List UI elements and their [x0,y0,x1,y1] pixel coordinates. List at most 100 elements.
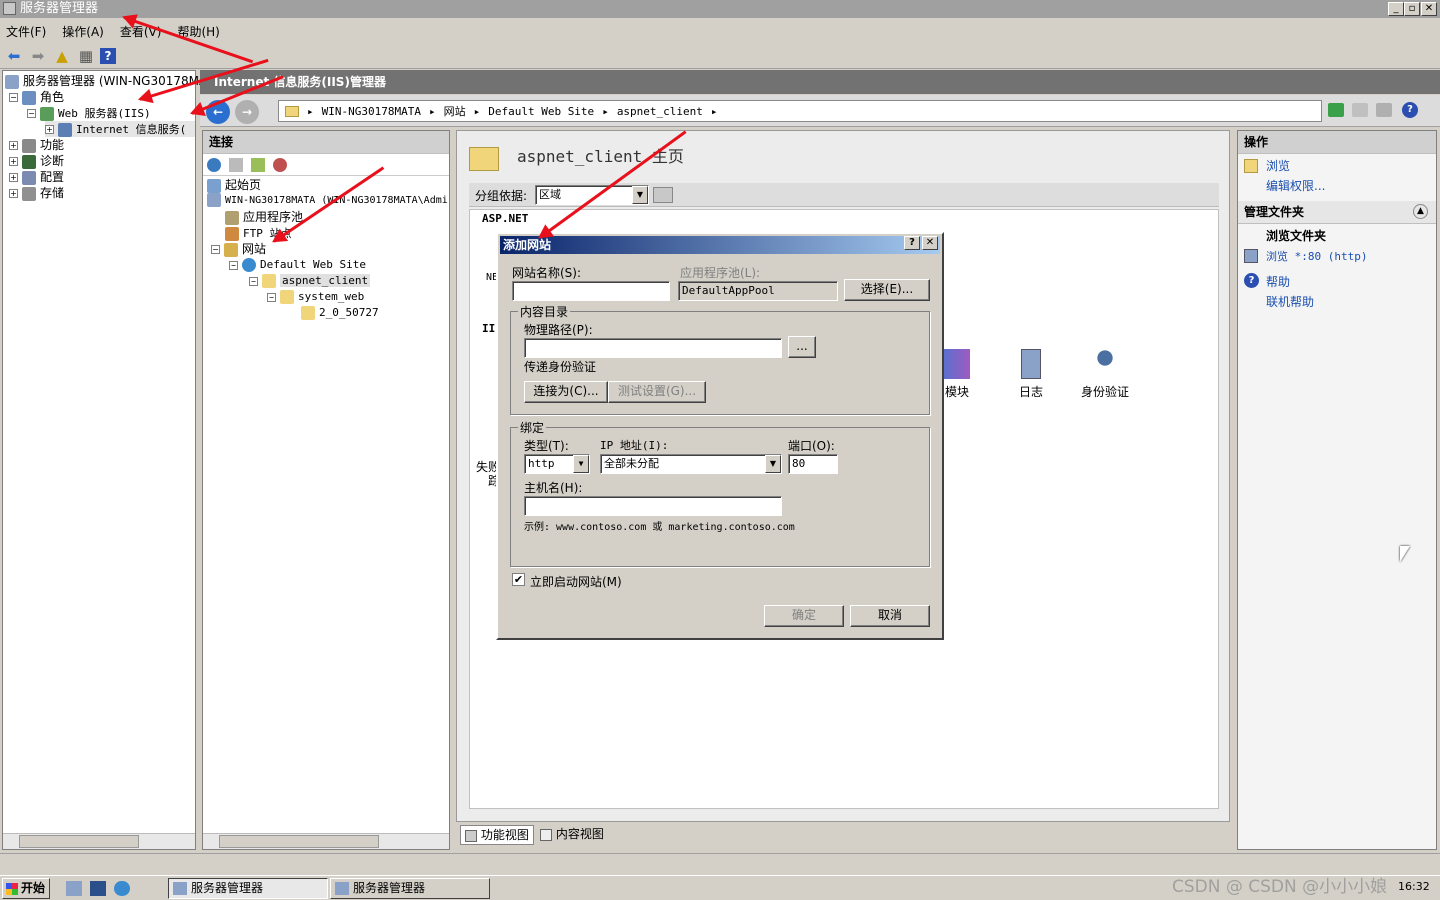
content-directory-label: 内容目录 [518,303,571,320]
features-view-icon [465,829,477,842]
chevron-down-icon[interactable]: ▼ [632,186,648,204]
chevron-down-icon[interactable]: ▼ [765,455,781,473]
conn-app-pools[interactable]: 应用程序池 [225,209,303,225]
collapse-icon[interactable]: − [27,109,36,118]
expand-icon[interactable]: + [9,189,18,198]
server-icon [173,882,187,895]
add-website-dialog: 添加网站 ? ✕ 网站名称(S): 应用程序池(L): DefaultAppPo… [496,232,944,640]
task-server-manager-2[interactable]: 服务器管理器 [330,878,490,899]
connections-scrollbar[interactable] [203,833,449,849]
tab-features-view[interactable]: 功能视图 [460,825,534,845]
log-icon [1021,349,1041,379]
tree-config[interactable]: + 配置 [9,169,64,185]
action-online-help[interactable]: 联机帮助 [1266,293,1314,310]
back-arrow-icon[interactable]: ⬅ [4,46,24,66]
breadcrumb-sites[interactable]: 网站 [444,103,466,119]
menu-file[interactable]: 文件(F) [6,23,46,40]
connect-as-button[interactable]: 连接为(C)... [524,381,608,403]
collapse-icon[interactable]: − [229,260,238,270]
conn-default-site[interactable]: − Default Web Site [229,257,366,273]
stop-icon[interactable] [1352,103,1368,117]
web-server-icon [40,106,54,121]
expand-icon[interactable]: + [9,173,18,182]
save-icon[interactable] [229,157,243,172]
nav-forward-icon[interactable]: → [235,100,259,124]
feature-authentication[interactable]: 身份验证 [1075,349,1135,400]
physical-path-field[interactable] [524,338,782,358]
tree-iis[interactable]: + Internet 信息服务( [45,121,195,137]
menu-action[interactable]: 操作(A) [62,23,104,40]
cancel-button[interactable]: 取消 [850,605,930,627]
show-hide-icon[interactable]: ▦ [76,46,96,66]
quicklaunch-server-icon[interactable] [66,881,82,896]
collapse-icon[interactable]: − [267,292,276,302]
home-icon[interactable] [1376,103,1392,117]
expand-icon[interactable]: + [9,141,18,150]
collapse-icon[interactable]: − [211,245,220,254]
task-server-manager-1[interactable]: 服务器管理器 [168,878,328,899]
browse-path-button[interactable]: ... [788,336,816,358]
conn-sites[interactable]: − 网站 [211,241,266,257]
app-pool-label: 应用程序池(L): [680,266,761,280]
start-now-checkbox[interactable]: ✔ [512,573,525,586]
expand-icon[interactable]: + [45,125,54,134]
close-button[interactable]: ✕ [1421,2,1437,16]
quicklaunch-desktop-icon[interactable] [90,881,106,896]
tree-roles[interactable]: − 角色 [9,89,64,105]
tree-storage[interactable]: + 存储 [9,185,64,201]
tree-diagnostics[interactable]: + 诊断 [9,153,64,169]
action-browse-80[interactable]: 浏览 *:80 (http) [1266,248,1367,264]
disconnect-icon[interactable] [273,157,287,172]
port-label: 端口(O): [788,439,835,453]
conn-aspnet-client[interactable]: − aspnet_client [249,273,371,289]
conn-system-web[interactable]: − system_web [267,289,364,305]
view-toggle-icon[interactable] [653,187,673,203]
dialog-help-button[interactable]: ? [904,236,920,250]
conn-version-folder[interactable]: 2_0_50727 [301,305,379,321]
start-button[interactable]: 开始 [2,878,50,899]
action-help[interactable]: 帮助 [1266,273,1290,290]
horizontal-scrollbar[interactable] [3,833,195,849]
group-by-select[interactable]: 区域 ▼ [535,185,649,205]
maximize-button[interactable]: ▫ [1404,2,1420,16]
site-name-field[interactable] [512,281,670,301]
up-icon[interactable] [251,157,265,172]
action-edit-permissions[interactable]: 编辑权限... [1266,177,1325,194]
host-name-field[interactable] [524,496,782,516]
ip-select[interactable]: 全部未分配 ▼ [600,454,782,474]
quicklaunch-ie-icon[interactable] [114,881,130,896]
forward-arrow-icon[interactable]: ➡ [28,46,48,66]
breadcrumb-server[interactable]: WIN-NG30178MATA [322,105,421,118]
type-select[interactable]: http ▼ [524,454,590,474]
minimize-button[interactable]: _ [1388,2,1404,16]
feature-logging[interactable]: 日志 [1001,349,1061,400]
tab-content-view[interactable]: 内容视图 [536,825,608,845]
breadcrumb-aspnet[interactable]: aspnet_client [617,105,703,118]
up-folder-icon[interactable]: ▲ [52,46,72,66]
start-now-label[interactable]: 立即启动网站(M) [530,573,622,590]
collapse-up-icon[interactable]: ▲ [1413,204,1428,219]
help-dropdown-icon[interactable]: ? [1402,102,1418,118]
ip-label: IP 地址(I): [600,439,669,452]
expand-icon[interactable]: + [9,157,18,166]
connect-icon[interactable] [207,157,221,172]
collapse-icon[interactable]: − [249,276,258,286]
dialog-close-button[interactable]: ✕ [922,236,938,250]
action-browse[interactable]: 浏览 [1266,157,1290,174]
dialog-title: 添加网站 [500,236,940,254]
help-icon[interactable]: ? [100,47,116,64]
chevron-down-icon[interactable]: ▼ [573,455,589,473]
collapse-icon[interactable]: − [9,93,18,102]
mouse-cursor-icon [1400,546,1410,562]
tree-features[interactable]: + 功能 [9,137,64,153]
select-app-pool-button[interactable]: 选择(E)... [844,279,930,301]
server-icon [335,882,349,895]
storage-icon [22,186,36,201]
refresh-icon[interactable] [1328,103,1344,117]
conn-start-page[interactable]: 起始页 [207,177,261,193]
server-icon [5,74,19,89]
host-name-label: 主机名(H): [524,481,583,495]
tree-web-server[interactable]: − Web 服务器(IIS) [27,105,151,121]
port-field[interactable]: 80 [788,454,838,474]
breadcrumb-default-site[interactable]: Default Web Site [488,105,594,118]
